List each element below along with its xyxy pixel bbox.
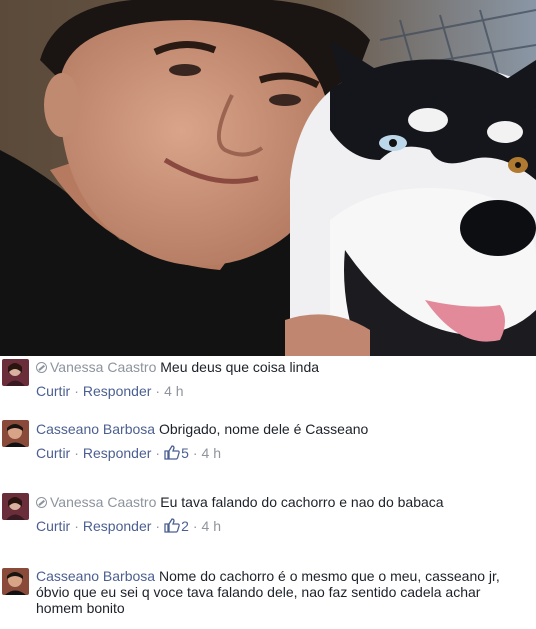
comment-text-line: Casseano Barbosa Obrigado, nome dele é C… (36, 420, 530, 438)
like-link[interactable]: Curtir (36, 445, 70, 461)
comment-text-line: Casseano Barbosa Nome do cachorro é o me… (36, 568, 530, 616)
avatar[interactable] (2, 493, 29, 520)
comment-author[interactable]: Casseano Barbosa (36, 568, 155, 584)
comment-text: Eu tava falando do cachorro e nao do bab… (160, 494, 444, 510)
comment-body: Vanessa Caastro Meu deus que coisa linda… (36, 358, 530, 399)
avatar-image (2, 359, 29, 386)
like-count[interactable]: 5 (164, 445, 189, 461)
reply-link[interactable]: Responder (83, 445, 152, 461)
like-link[interactable]: Curtir (36, 383, 70, 399)
comment-item: Casseano Barbosa Obrigado, nome dele é C… (0, 418, 536, 476)
avatar[interactable] (2, 420, 29, 447)
comment-item: Casseano Barbosa Nome do cachorro é o me… (0, 566, 536, 629)
comment-text-line: Vanessa Caastro Meu deus que coisa linda (36, 358, 530, 376)
thumbs-up-icon (164, 518, 180, 533)
hidden-comment-icon (36, 497, 47, 508)
comments-section: Vanessa Caastro Meu deus que coisa linda… (0, 356, 536, 629)
comment-body: Vanessa Caastro Eu tava falando do cacho… (36, 493, 530, 534)
comment-text: Obrigado, nome dele é Casseano (158, 421, 369, 437)
comment-time[interactable]: 4 h (164, 383, 183, 399)
avatar-image (2, 420, 29, 447)
thumbs-up-icon (164, 445, 180, 460)
comment-author[interactable]: Casseano Barbosa (36, 421, 155, 437)
comment-body: Casseano Barbosa Obrigado, nome dele é C… (36, 420, 530, 461)
like-count-value: 5 (181, 445, 189, 461)
comment-time[interactable]: 4 h (202, 518, 221, 534)
comment-body: Casseano Barbosa Nome do cachorro é o me… (36, 568, 530, 616)
comment-actions: Curtir · Responder · 4 h (36, 383, 184, 399)
comment-author[interactable]: Vanessa Caastro (50, 359, 156, 375)
reply-link[interactable]: Responder (83, 518, 152, 534)
comment-item: Vanessa Caastro Eu tava falando do cacho… (0, 491, 536, 549)
avatar[interactable] (2, 568, 29, 595)
post-photo[interactable] (0, 0, 536, 356)
comment-text-line: Vanessa Caastro Eu tava falando do cacho… (36, 493, 530, 511)
comment-actions: Curtir · Responder · 5 · 4 h (36, 445, 222, 461)
comment-time[interactable]: 4 h (202, 445, 221, 461)
selfie-with-husky-image (0, 0, 536, 356)
hidden-comment-icon (36, 362, 47, 373)
comment-text: Meu deus que coisa linda (160, 359, 320, 375)
comment-author[interactable]: Vanessa Caastro (50, 494, 156, 510)
reply-link[interactable]: Responder (83, 383, 152, 399)
avatar[interactable] (2, 359, 29, 386)
like-link[interactable]: Curtir (36, 518, 70, 534)
avatar-image (2, 568, 29, 595)
like-count[interactable]: 2 (164, 518, 189, 534)
avatar-image (2, 493, 29, 520)
like-count-value: 2 (181, 518, 189, 534)
comment-item: Vanessa Caastro Meu deus que coisa linda… (0, 356, 536, 414)
comment-actions: Curtir · Responder · 2 · 4 h (36, 518, 222, 534)
